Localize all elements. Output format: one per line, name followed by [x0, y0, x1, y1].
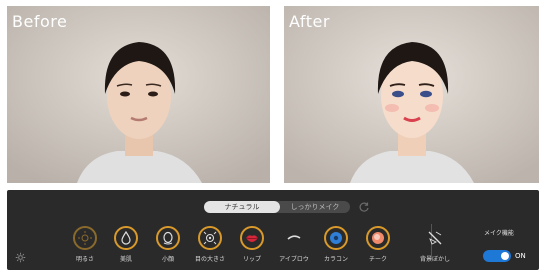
before-preview-image: Before: [7, 6, 270, 183]
settings-gear-icon[interactable]: [15, 252, 26, 263]
makeup-function-state: ON: [515, 252, 526, 260]
tool-background-blur[interactable]: 背景ぼかし: [417, 226, 453, 263]
after-label: After: [289, 12, 330, 31]
tool-face-slim[interactable]: 小顔: [148, 226, 188, 263]
tool-skin[interactable]: 美肌: [106, 226, 146, 263]
after-preview-image: After: [284, 6, 539, 183]
lips-icon: [240, 226, 264, 250]
blush-icon: [366, 226, 390, 250]
tool-color-contact[interactable]: カラコン: [316, 226, 356, 263]
makeup-function-label: メイク機能: [484, 230, 514, 237]
mode-toggle: ナチュラル しっかりメイク: [204, 201, 350, 213]
tool-eye-size-label: 目の大きさ: [194, 256, 225, 263]
tool-face-slim-label: 小顔: [161, 256, 174, 263]
tool-eyebrow[interactable]: アイブロウ: [274, 226, 314, 263]
reset-icon[interactable]: [358, 201, 370, 213]
after-portrait: [284, 6, 539, 183]
brightness-icon: [73, 226, 97, 250]
tool-lip-label: リップ: [242, 256, 261, 263]
tool-eyebrow-label: アイブロウ: [279, 256, 309, 263]
droplet-icon: [114, 226, 138, 250]
tab-natural[interactable]: ナチュラル: [204, 201, 280, 213]
makeup-control-bar: ナチュラル しっかりメイク 明るさ 美肌 小顔 目の大きさ リップ アイブロウ …: [7, 190, 539, 270]
tool-lip[interactable]: リップ: [232, 226, 272, 263]
tool-brightness-label: 明るさ: [75, 256, 94, 263]
makeup-function-toggle[interactable]: [483, 250, 511, 262]
eyebrow-icon: [282, 226, 306, 250]
before-label: Before: [12, 12, 68, 31]
tab-custom[interactable]: しっかりメイク: [280, 201, 350, 213]
tool-brightness[interactable]: 明るさ: [65, 226, 105, 263]
tool-color-contact-label: カラコン: [323, 256, 348, 263]
toggle-knob: [501, 252, 509, 260]
tool-skin-label: 美肌: [119, 256, 132, 263]
face-outline-icon: [156, 226, 180, 250]
before-portrait: [7, 6, 270, 183]
color-contact-icon: [324, 226, 348, 250]
tool-blush[interactable]: チーク: [358, 226, 398, 263]
tool-background-blur-label: 背景ぼかし: [419, 256, 450, 263]
tool-blush-label: チーク: [368, 256, 387, 263]
eye-size-icon: [198, 226, 222, 250]
background-blur-icon: [423, 226, 447, 250]
tool-eye-size[interactable]: 目の大きさ: [190, 226, 230, 263]
